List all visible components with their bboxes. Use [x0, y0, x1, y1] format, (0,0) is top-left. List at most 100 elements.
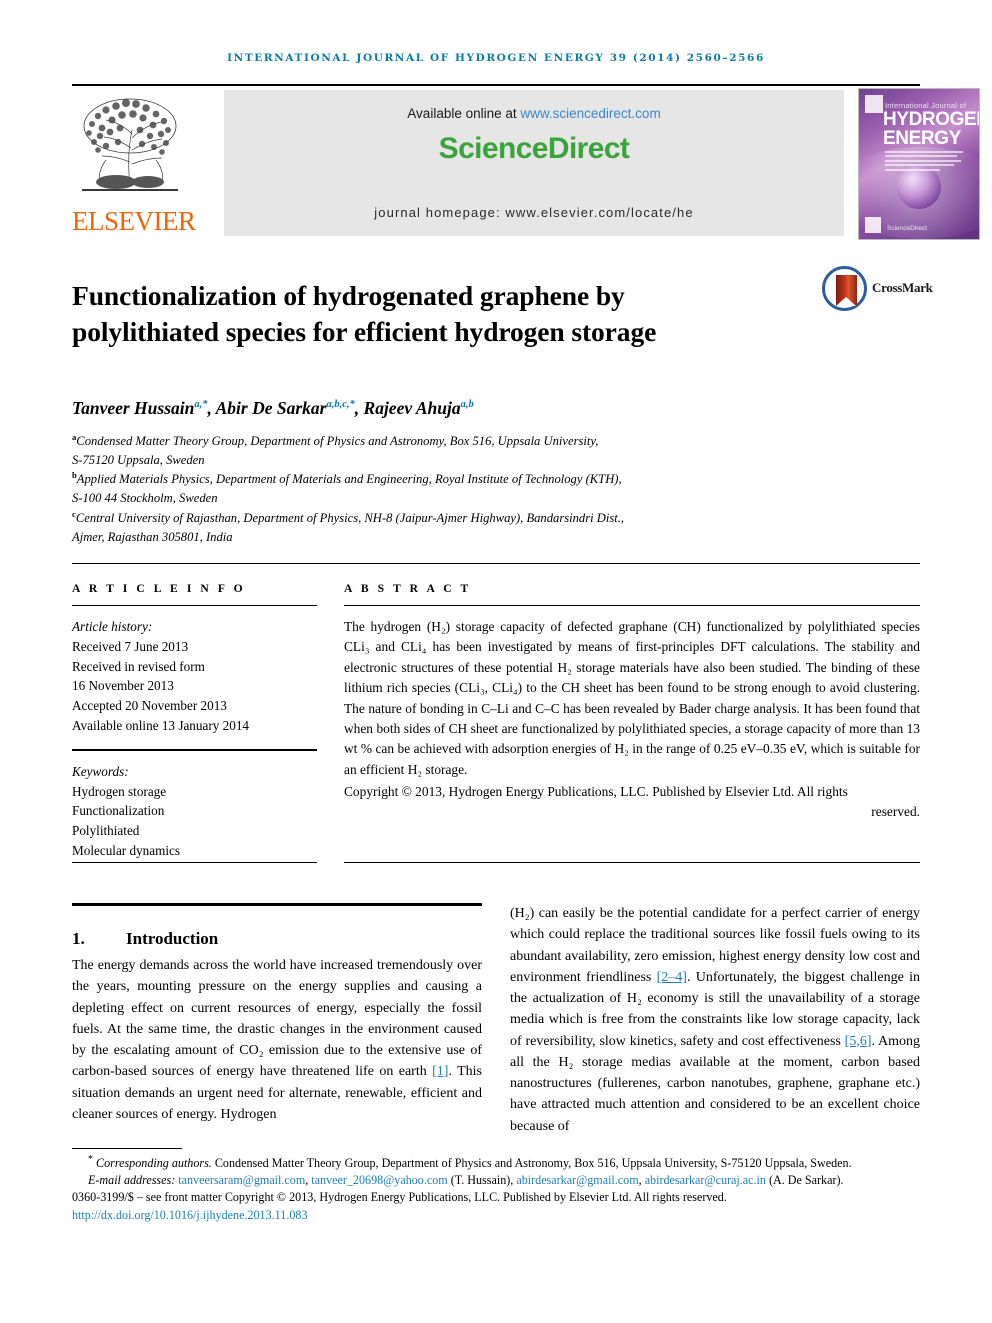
affiliation-item: Ajmer, Rajasthan 305801, India [72, 528, 792, 547]
crossmark-label: CrossMark [872, 280, 933, 295]
corresponding-author-address: Condensed Matter Theory Group, Departmen… [211, 1156, 852, 1170]
section-number: 1. [72, 929, 85, 949]
body-column-right: (H₂) can easily be the potential candida… [510, 903, 920, 1137]
keyword-item: Functionalization [72, 803, 165, 819]
keywords-divider [72, 748, 317, 751]
email-owner: (T. Hussain), [450, 1173, 517, 1188]
author-name: Rajeev Ahuja [363, 398, 461, 418]
keyword-item: Polylithiated [72, 823, 140, 839]
abstract-heading: A B S T R A C T [344, 582, 472, 595]
footnote-rule [72, 1148, 182, 1149]
body-paragraph: (H₂) can easily be the potential candida… [510, 903, 920, 1137]
history-item: Received 7 June 2013 [72, 638, 189, 654]
sciencedirect-banner: Available online at www.sciencedirect.co… [224, 90, 844, 236]
email-link[interactable]: tanveer_20698@yahoo.com [311, 1173, 447, 1187]
doi-line: http://dx.doi.org/10.1016/j.ijhydene.201… [72, 1207, 920, 1224]
body-paragraph: The energy demands across the world have… [72, 955, 482, 1125]
citation-link[interactable]: [1] [432, 1064, 448, 1079]
section-heading-introduction: 1. Introduction [72, 929, 482, 949]
abstract-divider [344, 605, 920, 606]
citation-link[interactable]: [2–4] [657, 970, 687, 985]
available-online-line: Available online at www.sciencedirect.co… [224, 106, 844, 121]
email-label: E-mail addresses: [88, 1173, 176, 1188]
keywords-block: Keywords: Hydrogen storage Functionaliza… [72, 762, 317, 861]
available-online-prefix: Available online at [407, 106, 521, 121]
sciencedirect-link[interactable]: www.sciencedirect.com [520, 106, 660, 121]
author-affil-marks: a,b,c,* [326, 399, 355, 411]
journal-cover-thumbnail[interactable]: International Journal of HYDROGEN ENERGY… [858, 88, 980, 240]
email-owner: (A. De Sarkar). [768, 1173, 844, 1188]
affiliation-item: cCentral University of Rajasthan, Depart… [72, 509, 792, 528]
author-list: Tanveer Hussaina,*, Abir De Sarkara,b,c,… [72, 398, 474, 418]
history-item: Received in revised form [72, 658, 205, 674]
abstract-text: The hydrogen (H₂) storage capacity of de… [344, 619, 920, 777]
email-link[interactable]: tanveersaram@gmail.com [178, 1173, 305, 1187]
history-item: 16 November 2013 [72, 678, 174, 694]
corresponding-author-note: * Corresponding authors. Condensed Matte… [72, 1153, 920, 1172]
cover-texture-lines [885, 151, 963, 173]
info-section-rule [72, 563, 920, 564]
footnote-block: * Corresponding authors. Condensed Matte… [72, 1153, 920, 1224]
author-name: Tanveer Hussain [72, 398, 195, 418]
email-note: E-mail addresses: tanveersaram@gmail.com… [88, 1173, 844, 1188]
crossmark-book-glyph [836, 275, 857, 306]
author-affil-marks: a,* [194, 399, 208, 411]
cover-footer-mark-icon [865, 217, 881, 233]
history-item: Accepted 20 November 2013 [72, 698, 227, 714]
article-info-heading: A R T I C L E I N F O [72, 582, 246, 595]
body-section-rule [72, 903, 482, 906]
email-link[interactable]: abirdesarkar@curaj.ac.in [645, 1173, 766, 1187]
affiliation-item: S-75120 Uppsala, Sweden [72, 451, 792, 470]
affiliation-line: S-75120 Uppsala, Sweden [72, 453, 205, 468]
article-history-block: Article history: Received 7 June 2013 Re… [72, 617, 317, 736]
citation-link[interactable]: [5,6] [845, 1034, 872, 1049]
header-rule [72, 84, 920, 86]
crossmark-icon [822, 266, 867, 311]
body-column-left: The energy demands across the world have… [72, 955, 482, 1125]
elsevier-logo: ELSEVIER [72, 88, 196, 238]
affiliation-list: aCondensed Matter Theory Group, Departme… [72, 432, 792, 547]
affiliation-line: Applied Materials Physics, Department of… [76, 472, 622, 487]
keywords-label: Keywords: [72, 763, 129, 779]
abstract-copyright: Copyright © 2013, Hydrogen Energy Public… [344, 782, 920, 823]
author-name: Abir De Sarkar [215, 398, 327, 418]
corresponding-author-marker: * [88, 1153, 93, 1165]
issn-copyright-line: 0360-3199/$ – see front matter Copyright… [72, 1190, 727, 1205]
affiliation-line: Central University of Rajasthan, Departm… [75, 510, 625, 525]
section-title: Introduction [126, 929, 219, 949]
article-history-label: Article history: [72, 619, 153, 634]
article-info-column: A R T I C L E I N F O Article history: R… [72, 582, 317, 861]
affiliation-line: S-100 44 Stockholm, Sweden [72, 491, 218, 506]
paper-page: International Journal of Hydrogen Energy… [0, 0, 992, 1323]
body-text-part: The energy demands across the world have… [72, 958, 482, 1080]
cover-title: HYDROGEN ENERGY [883, 110, 979, 149]
elsevier-wordmark: ELSEVIER [72, 206, 196, 236]
email-link[interactable]: abirdesarkar@gmail.com [516, 1173, 638, 1187]
history-item: Available online 13 January 2014 [72, 717, 250, 733]
affiliation-line: Ajmer, Rajasthan 305801, India [72, 529, 233, 544]
info-bottom-rule [72, 862, 317, 863]
affiliation-line: Condensed Matter Theory Group, Departmen… [76, 434, 599, 448]
journal-homepage-line[interactable]: journal homepage: www.elsevier.com/locat… [224, 205, 844, 220]
abstract-body: The hydrogen (H₂) storage capacity of de… [344, 617, 920, 823]
abstract-bottom-rule [344, 862, 920, 863]
cover-elsevier-mark-icon [865, 95, 883, 113]
keyword-item: Hydrogen storage [72, 783, 167, 799]
corresponding-author-label: Corresponding authors. [96, 1156, 212, 1170]
crossmark-badge[interactable]: CrossMark [822, 266, 933, 314]
masthead: ELSEVIER Available online at www.science… [72, 88, 980, 240]
sciencedirect-logo: ScienceDirect [438, 132, 630, 165]
doi-link[interactable]: http://dx.doi.org/10.1016/j.ijhydene.201… [72, 1208, 308, 1222]
copyright-tail: reserved. [871, 804, 920, 820]
cover-title-line2: ENERGY [883, 127, 961, 149]
page-title: Functionalization of hydrogenated graphe… [72, 280, 657, 348]
copyright-main: Copyright © 2013, Hydrogen Energy Public… [344, 784, 848, 799]
affiliation-item: bApplied Materials Physics, Department o… [72, 470, 792, 489]
affiliation-item: aCondensed Matter Theory Group, Departme… [72, 432, 792, 451]
elsevier-tree-icon [82, 98, 178, 191]
author-affil-marks: a,b [460, 399, 474, 411]
cover-footer-text: ScienceDirect [887, 225, 928, 232]
abstract-column: A B S T R A C T The hydrogen (H₂) storag… [344, 582, 920, 823]
article-info-divider [72, 605, 317, 606]
journal-running-head: International Journal of Hydrogen Energy… [227, 52, 765, 64]
